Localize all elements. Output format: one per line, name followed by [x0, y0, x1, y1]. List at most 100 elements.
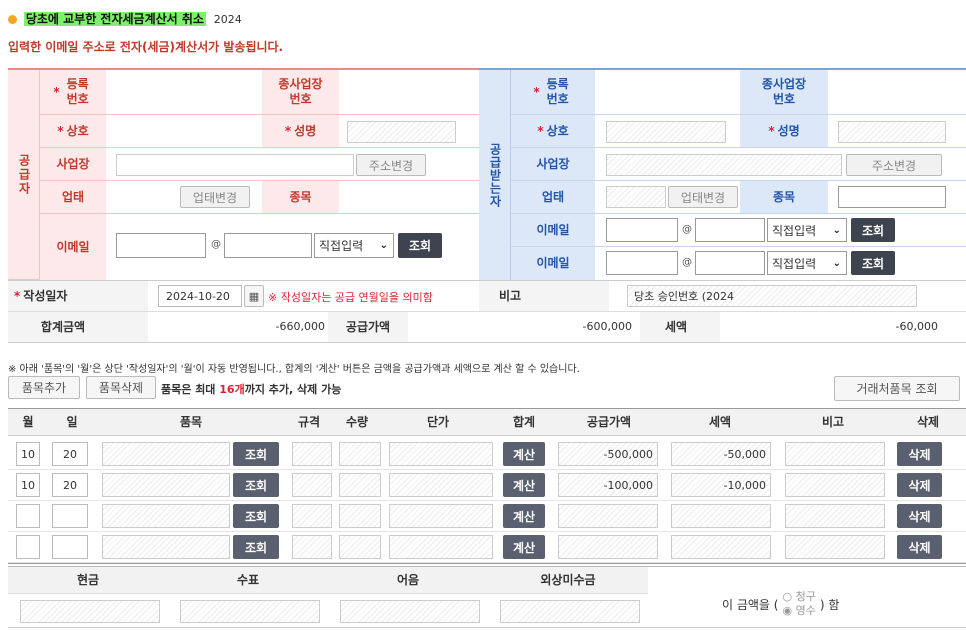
table-row-unit-price-input[interactable]: [389, 473, 493, 497]
table-row-month[interactable]: [16, 504, 40, 528]
table-row-delete-button[interactable]: 삭제: [897, 504, 942, 528]
receiver-address-change-button[interactable]: 주소변경: [846, 154, 942, 176]
table-row-spec-input[interactable]: [292, 473, 332, 497]
receiver-sub-biz-label: 종사업장번호: [761, 77, 807, 106]
table-row-spec-input[interactable]: [292, 535, 332, 559]
table-row-calc-button[interactable]: 계산: [503, 535, 545, 559]
table-row-day[interactable]: 20: [52, 473, 88, 497]
supplier-item-label: 종목: [289, 189, 312, 204]
table-row-calc-button[interactable]: 계산: [503, 442, 545, 466]
items-header-total: 합계: [512, 415, 536, 429]
payment-input-note[interactable]: [340, 600, 480, 623]
receiver-biz-type-change-button[interactable]: 업태변경: [668, 186, 738, 208]
calendar-icon[interactable]: ▦: [244, 285, 264, 307]
table-row-remark-input[interactable]: [785, 473, 885, 497]
table-row-item-input[interactable]: [102, 535, 230, 559]
table-row-calc-button[interactable]: 계산: [503, 504, 545, 528]
supplier-sub-biz-label: 종사업장번호: [278, 77, 323, 106]
table-row-month[interactable]: 10: [16, 442, 40, 466]
receiver-email2-id-input[interactable]: [606, 251, 678, 275]
table-row-day[interactable]: [52, 504, 88, 528]
table-row-qty-input[interactable]: [339, 442, 381, 466]
table-row-item-lookup-button[interactable]: 조회: [233, 535, 279, 559]
receiver-email1-domain-input[interactable]: [695, 218, 765, 242]
supplier-company-label: * 상호: [57, 123, 89, 138]
receiver-email2-lookup-button[interactable]: 조회: [851, 251, 895, 275]
table-row-tax-value[interactable]: -50,000: [671, 442, 771, 466]
receiver-company-input[interactable]: [606, 121, 726, 143]
receiver-email2-domain-input[interactable]: [695, 251, 765, 275]
table-row-item-lookup-button[interactable]: 조회: [233, 504, 279, 528]
table-row-delete-button[interactable]: 삭제: [897, 473, 942, 497]
supplier-name-input[interactable]: [347, 121, 456, 143]
table-row-item-input[interactable]: [102, 504, 230, 528]
table-row-remark-input[interactable]: [785, 442, 885, 466]
remark-label: 비고: [498, 288, 522, 303]
receiver-item-input[interactable]: [838, 186, 946, 208]
receiver-biz-type-input[interactable]: [606, 186, 666, 208]
table-row-supply-value[interactable]: -100,000: [558, 473, 658, 497]
table-row-spec-input[interactable]: [292, 504, 332, 528]
claim-radio[interactable]: ○ 청구: [782, 590, 815, 604]
remark-input[interactable]: 당초 승인번호 (2024: [627, 285, 917, 307]
table-row-day[interactable]: [52, 535, 88, 559]
table-row-qty-input[interactable]: [339, 535, 381, 559]
amount-statement: 이 금액을 ( ○ 청구 ◉ 영수 ) 함: [722, 590, 840, 618]
table-row-item-input[interactable]: [102, 442, 230, 466]
receiver-email2-at: @: [682, 257, 692, 268]
table-row-qty-input[interactable]: [339, 473, 381, 497]
supplier-address-change-button[interactable]: 주소변경: [356, 154, 426, 176]
table-row-supply-value[interactable]: [558, 504, 658, 528]
table-row-tax-value[interactable]: -10,000: [671, 473, 771, 497]
table-row-supply-value[interactable]: [558, 535, 658, 559]
receiver-side-label: 공급받는자: [479, 70, 511, 280]
receipt-radio[interactable]: ◉ 영수: [782, 604, 815, 618]
payment-header-check: 수표: [236, 572, 260, 587]
receiver-email1-lookup-button[interactable]: 조회: [851, 218, 895, 242]
payment-input-check[interactable]: [180, 600, 320, 623]
receiver-name-input[interactable]: [838, 121, 946, 143]
table-row-tax-value[interactable]: [671, 504, 771, 528]
receiver-email1-id-input[interactable]: [606, 218, 678, 242]
receiver-email1-label: 이메일: [536, 222, 570, 237]
items-header-item: 품목: [179, 415, 203, 429]
table-row-item-lookup-button[interactable]: 조회: [233, 442, 279, 466]
table-row-supply-value[interactable]: -500,000: [558, 442, 658, 466]
partner-item-lookup-button[interactable]: 거래처품목 조회: [834, 376, 960, 401]
table-row-delete-button[interactable]: 삭제: [897, 442, 942, 466]
supplier-address-input[interactable]: [116, 154, 354, 176]
table-row-delete-button[interactable]: 삭제: [897, 535, 942, 559]
table-row-calc-button[interactable]: 계산: [503, 473, 545, 497]
table-row-item-input[interactable]: [102, 473, 230, 497]
table-row-unit-price-input[interactable]: [389, 504, 493, 528]
table-row-qty-input[interactable]: [339, 504, 381, 528]
supply-label: 공급가액: [345, 319, 391, 334]
table-row-month[interactable]: 10: [16, 473, 40, 497]
receiver-email1-domain-select[interactable]: 직접입력 ⌄: [767, 218, 847, 242]
receiver-email1-at: @: [682, 224, 692, 235]
payment-input-receivable[interactable]: [500, 600, 640, 623]
add-item-button[interactable]: 품목추가: [8, 376, 80, 399]
table-row-day[interactable]: 20: [52, 442, 88, 466]
delete-item-button[interactable]: 품목삭제: [86, 376, 156, 399]
payment-input-cash[interactable]: [20, 600, 160, 623]
payment-header-cash: 현금: [76, 572, 100, 587]
supplier-biz-type-change-button[interactable]: 업태변경: [180, 186, 250, 208]
supplier-email-domain-input[interactable]: [224, 233, 312, 258]
supplier-email-domain-select[interactable]: 직접입력 ⌄: [314, 233, 394, 258]
items-header-delete: 삭제: [916, 415, 940, 429]
table-row-item-lookup-button[interactable]: 조회: [233, 473, 279, 497]
supplier-email-lookup-button[interactable]: 조회: [398, 233, 442, 258]
receiver-email2-domain-select[interactable]: 직접입력 ⌄: [767, 251, 847, 275]
date-input[interactable]: 2024-10-20: [158, 285, 242, 307]
receiver-address-input[interactable]: [606, 154, 842, 176]
table-row-unit-price-input[interactable]: [389, 535, 493, 559]
table-row-tax-value[interactable]: [671, 535, 771, 559]
table-row-month[interactable]: [16, 535, 40, 559]
table-row-remark-input[interactable]: [785, 535, 885, 559]
table-row-spec-input[interactable]: [292, 442, 332, 466]
supplier-email-id-input[interactable]: [116, 233, 206, 258]
supplier-address-label: 사업장: [56, 156, 90, 171]
table-row-remark-input[interactable]: [785, 504, 885, 528]
table-row-unit-price-input[interactable]: [389, 442, 493, 466]
